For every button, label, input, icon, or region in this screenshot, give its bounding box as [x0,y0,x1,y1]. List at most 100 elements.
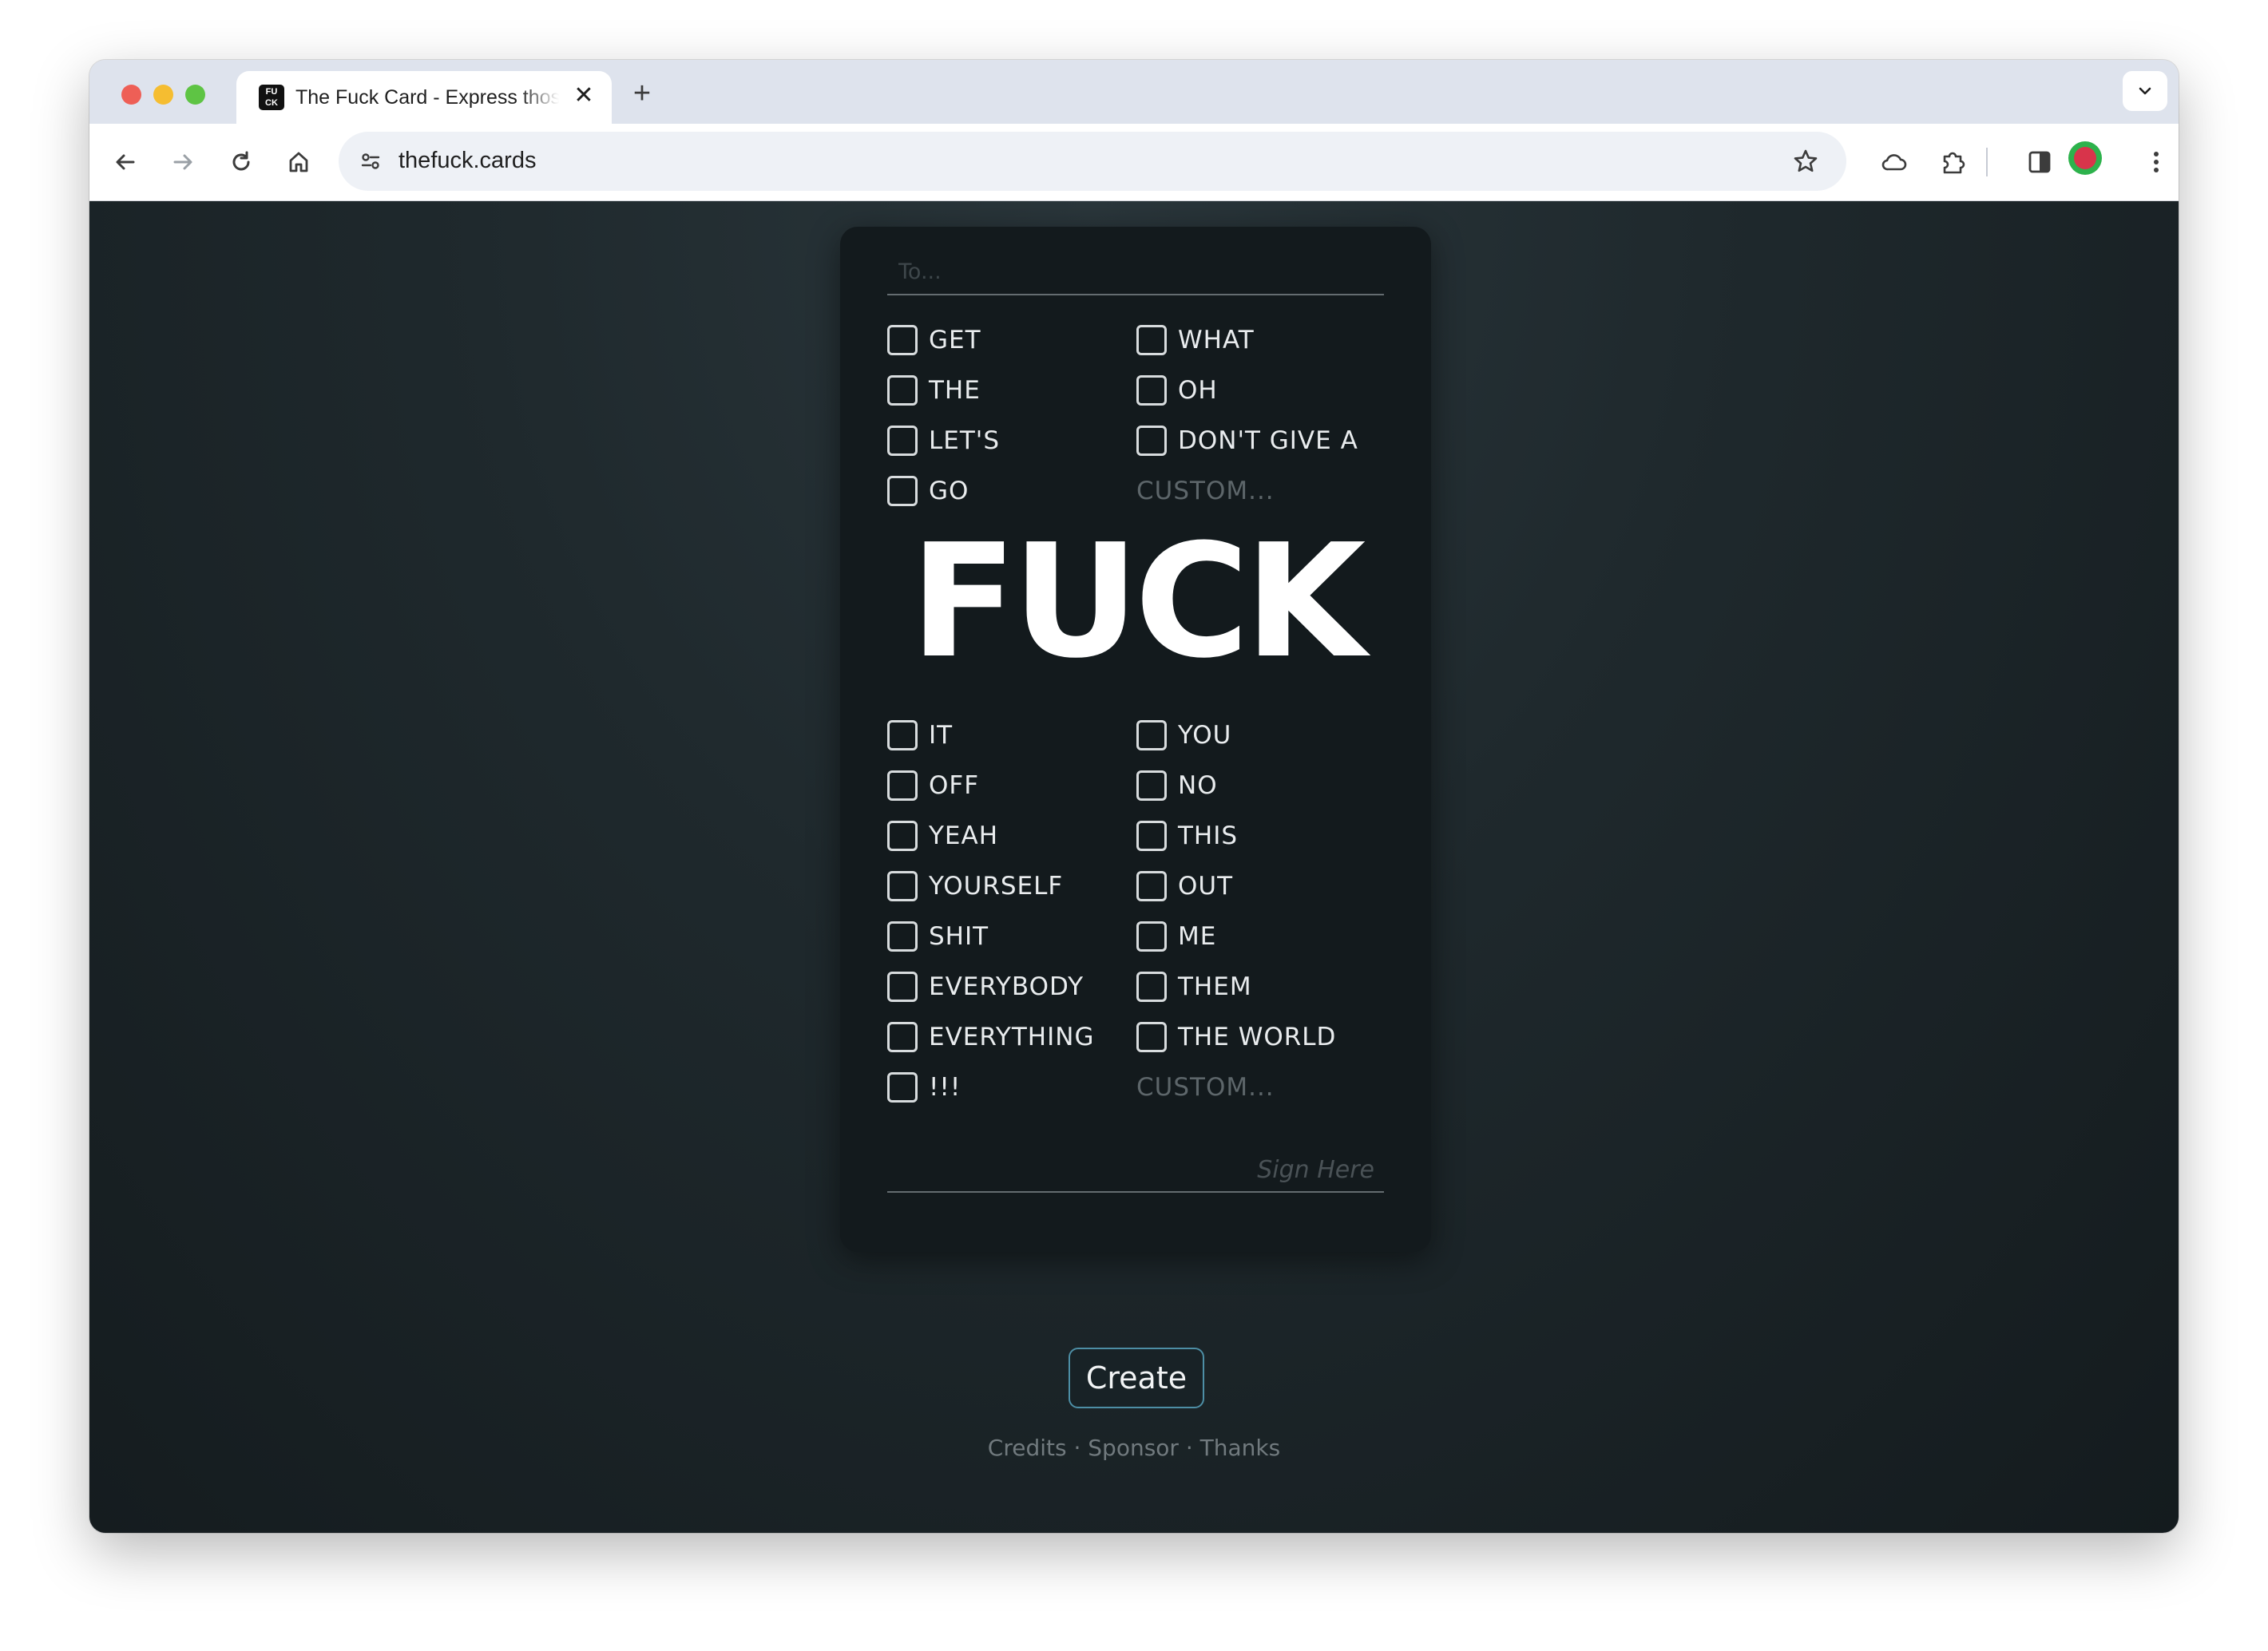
checkbox[interactable] [1136,720,1167,750]
checkbox[interactable] [1136,325,1167,355]
checkbox[interactable] [1136,921,1167,952]
custom-top-input[interactable] [1136,473,1376,509]
option-no[interactable]: NO [1136,767,1218,804]
checkbox[interactable] [1136,821,1167,851]
more-menu-icon[interactable] [2137,143,2175,181]
checkbox[interactable] [1136,1022,1167,1052]
thanks-link[interactable]: Thanks [1200,1435,1281,1461]
checkbox[interactable] [887,720,918,750]
option-shit[interactable]: SHIT [887,918,989,955]
home-icon[interactable] [280,143,318,181]
create-button[interactable]: Create [1069,1348,1204,1408]
checkbox[interactable] [887,375,918,406]
option-yourself[interactable]: YOURSELF [887,868,1063,905]
checkbox[interactable] [887,972,918,1002]
checkbox[interactable] [887,821,918,851]
reload-icon[interactable] [222,143,260,181]
maximize-window-button[interactable] [185,85,205,105]
option-label: THEM [1178,972,1252,1001]
checkbox[interactable] [887,426,918,456]
checkbox[interactable] [1136,426,1167,456]
page-content: GET THE LET'S GO WHAT OH [89,201,2179,1533]
option-me[interactable]: ME [1136,918,1216,955]
option-get[interactable]: GET [887,322,981,358]
tab-search-chevron-down-icon[interactable] [2123,71,2167,111]
browser-window: FU CK The Fuck Card - Express those feel… [89,60,2179,1533]
option-what[interactable]: WHAT [1136,322,1255,358]
site-settings-icon[interactable] [351,142,390,180]
side-panel-icon[interactable] [2020,143,2059,181]
option-label: OUT [1178,872,1234,901]
sponsor-link[interactable]: Sponsor [1088,1435,1179,1461]
option-label: ME [1178,922,1217,951]
option-oh[interactable]: OH [1136,372,1218,409]
checkbox[interactable] [1136,770,1167,801]
option-label: IT [929,721,954,750]
checkbox[interactable] [887,1072,918,1103]
footer-links: Credits · Sponsor · Thanks [89,1435,2179,1461]
option-label: OH [1178,376,1218,405]
option-the-world[interactable]: THE WORLD [1136,1019,1336,1055]
checkbox[interactable] [887,476,918,506]
option-label: EVERYTHING [929,1023,1095,1051]
option-off[interactable]: OFF [887,767,979,804]
option-it[interactable]: IT [887,717,953,754]
option-out[interactable]: OUT [1136,868,1233,905]
new-tab-button[interactable]: + [624,76,660,111]
cloud-icon[interactable] [1875,143,1913,181]
profile-avatar[interactable] [2068,141,2102,175]
signature-underline [887,1145,1384,1193]
option-them[interactable]: THEM [1136,968,1252,1005]
checkbox[interactable] [887,921,918,952]
option-label: DON'T GIVE A [1178,426,1358,455]
big-word: FUCK [910,511,1366,693]
option-exclamation[interactable]: !!! [887,1069,961,1106]
to-input[interactable] [897,254,1379,289]
footer-separator: · [1073,1435,1081,1461]
option-label: !!! [929,1073,962,1102]
option-label: THIS [1178,822,1239,850]
bookmark-star-icon[interactable] [1787,143,1824,180]
checkbox[interactable] [1136,972,1167,1002]
option-label: YOU [1178,721,1232,750]
checkbox[interactable] [887,871,918,901]
toolbar-divider [1986,148,1988,176]
custom-bottom-input[interactable] [1136,1069,1376,1106]
minimize-window-button[interactable] [153,85,173,105]
option-lets[interactable]: LET'S [887,422,1000,459]
forward-arrow-icon[interactable] [164,143,202,181]
signature-input[interactable] [887,1151,1376,1188]
option-the[interactable]: THE [887,372,981,409]
to-field-underline [887,247,1384,295]
back-arrow-icon[interactable] [106,143,145,181]
tab-title: The Fuck Card - Express those feelings [295,86,559,109]
card: GET THE LET'S GO WHAT OH [840,227,1431,1252]
option-this[interactable]: THIS [1136,818,1238,854]
option-label: YOURSELF [929,872,1064,901]
close-window-button[interactable] [121,85,141,105]
option-yeah[interactable]: YEAH [887,818,998,854]
option-label: GET [929,326,981,354]
option-label: LET'S [929,426,1000,455]
tab-active[interactable]: FU CK The Fuck Card - Express those feel… [236,71,612,124]
checkbox[interactable] [887,325,918,355]
checkbox[interactable] [1136,375,1167,406]
tab-close-icon[interactable]: ✕ [570,82,597,109]
address-bar[interactable]: thefuck.cards [339,132,1846,191]
option-label: WHAT [1178,326,1255,354]
favicon-icon: FU CK [259,85,284,110]
checkbox[interactable] [1136,871,1167,901]
extensions-puzzle-icon[interactable] [1934,143,1973,181]
option-everybody[interactable]: EVERYBODY [887,968,1084,1005]
browser-toolbar: thefuck.cards [89,124,2179,201]
option-everything[interactable]: EVERYTHING [887,1019,1094,1055]
credits-link[interactable]: Credits [988,1435,1067,1461]
option-go[interactable]: GO [887,473,969,509]
checkbox[interactable] [887,1022,918,1052]
option-label: OFF [929,771,980,800]
option-you[interactable]: YOU [1136,717,1231,754]
tab-strip: FU CK The Fuck Card - Express those feel… [89,60,2179,124]
checkbox[interactable] [887,770,918,801]
url-text[interactable]: thefuck.cards [398,148,536,174]
option-dont-give-a[interactable]: DON'T GIVE A [1136,422,1358,459]
